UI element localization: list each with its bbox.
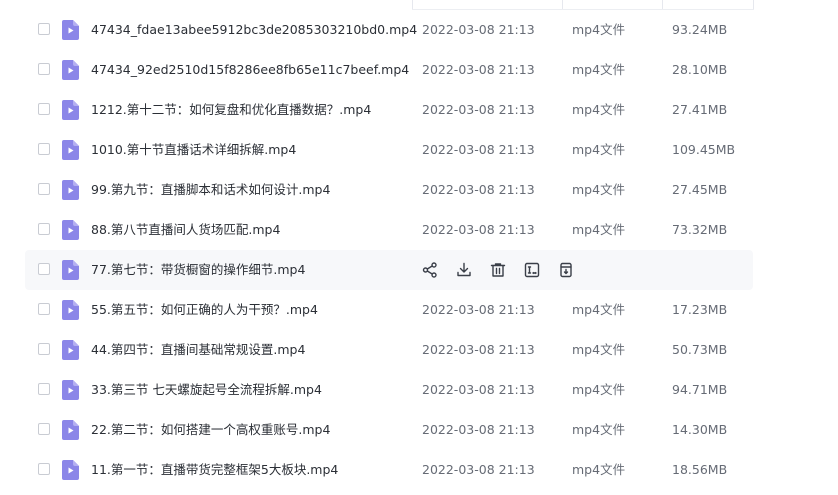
file-size: 27.41MB (672, 102, 728, 117)
file-name[interactable]: 88.第八节直播间人货场匹配.mp4 (91, 222, 280, 238)
share-icon[interactable] (421, 261, 439, 279)
file-row[interactable]: 47434_fdae13abee5912bc3de2085303210bd0.m… (25, 10, 753, 50)
video-file-icon (62, 20, 79, 40)
file-type: mp4文件 (572, 302, 626, 317)
row-checkbox[interactable] (38, 343, 50, 355)
file-name[interactable]: 1212.第十二节：如何复盘和优化直播数据？.mp4 (91, 102, 371, 118)
file-row[interactable]: 1212.第十二节：如何复盘和优化直播数据？.mp4 2022-03-08 21… (25, 90, 753, 130)
file-size: 50.73MB (672, 342, 728, 357)
file-name[interactable]: 11.第一节：直播带货完整框架5大板块.mp4 (91, 462, 338, 478)
file-type: mp4文件 (572, 22, 626, 37)
video-file-icon (62, 140, 79, 160)
video-file-icon (62, 380, 79, 400)
download-icon[interactable] (455, 261, 473, 279)
file-date: 2022-03-08 21:13 (422, 62, 535, 77)
file-name[interactable]: 55.第五节：如何正确的人为干预？.mp4 (91, 302, 318, 318)
row-checkbox[interactable] (38, 383, 50, 395)
file-row[interactable]: 55.第五节：如何正确的人为干预？.mp4 2022-03-08 21:13 m… (25, 290, 753, 330)
file-size: 17.23MB (672, 302, 728, 317)
row-checkbox[interactable] (38, 223, 50, 235)
row-checkbox[interactable] (38, 103, 50, 115)
file-name[interactable]: 47434_fdae13abee5912bc3de2085303210bd0.m… (91, 22, 417, 38)
row-checkbox[interactable] (38, 303, 50, 315)
file-size: 73.32MB (672, 222, 728, 237)
file-name[interactable]: 99.第九节：直播脚本和话术如何设计.mp4 (91, 182, 330, 198)
file-name[interactable]: 33.第三节 七天螺旋起号全流程拆解.mp4 (91, 382, 322, 398)
video-file-icon (62, 460, 79, 480)
more-file-icon[interactable] (557, 261, 575, 279)
header-divider (662, 0, 663, 9)
file-date: 2022-03-08 21:13 (422, 182, 535, 197)
row-checkbox[interactable] (38, 23, 50, 35)
file-type: mp4文件 (572, 222, 626, 237)
video-file-icon (62, 340, 79, 360)
video-file-icon (62, 300, 79, 320)
file-size: 93.24MB (672, 22, 728, 37)
file-row-hovered[interactable]: 77.第七节：带货橱窗的操作细节.mp4 (25, 250, 753, 290)
file-size: 28.10MB (672, 62, 728, 77)
file-type: mp4文件 (572, 102, 626, 117)
file-row[interactable]: 1010.第十节直播话术详细拆解.mp4 2022-03-08 21:13 mp… (25, 130, 753, 170)
file-type: mp4文件 (572, 422, 626, 437)
delete-icon[interactable] (489, 261, 507, 279)
video-file-icon (62, 260, 79, 280)
file-type: mp4文件 (572, 142, 626, 157)
file-date: 2022-03-08 21:13 (422, 342, 535, 357)
file-type: mp4文件 (572, 62, 626, 77)
file-row[interactable]: 22.第二节：如何搭建一个高权重账号.mp4 2022-03-08 21:13 … (25, 410, 753, 450)
row-checkbox[interactable] (38, 263, 50, 275)
file-name[interactable]: 77.第七节：带货橱窗的操作细节.mp4 (91, 262, 305, 278)
video-file-icon (62, 180, 79, 200)
file-date: 2022-03-08 21:13 (422, 422, 535, 437)
file-name[interactable]: 1010.第十节直播话术详细拆解.mp4 (91, 142, 296, 158)
video-file-icon (62, 420, 79, 440)
file-row[interactable]: 88.第八节直播间人货场匹配.mp4 2022-03-08 21:13 mp4文… (25, 210, 753, 250)
row-checkbox[interactable] (38, 463, 50, 475)
video-file-icon (62, 60, 79, 80)
row-checkbox[interactable] (38, 143, 50, 155)
file-list: 47434_fdae13abee5912bc3de2085303210bd0.m… (0, 0, 838, 495)
row-checkbox[interactable] (38, 423, 50, 435)
file-row[interactable]: 44.第四节：直播间基础常规设置.mp4 2022-03-08 21:13 mp… (25, 330, 753, 370)
header-divider (412, 0, 413, 9)
row-checkbox[interactable] (38, 183, 50, 195)
rename-icon[interactable] (523, 261, 541, 279)
file-size: 27.45MB (672, 182, 728, 197)
header-divider (562, 0, 563, 9)
file-name[interactable]: 22.第二节：如何搭建一个高权重账号.mp4 (91, 422, 330, 438)
file-size: 94.71MB (672, 382, 728, 397)
video-file-icon (62, 100, 79, 120)
file-type: mp4文件 (572, 182, 626, 197)
file-row[interactable]: 11.第一节：直播带货完整框架5大板块.mp4 2022-03-08 21:13… (25, 450, 753, 490)
file-date: 2022-03-08 21:13 (422, 102, 535, 117)
file-row[interactable]: 99.第九节：直播脚本和话术如何设计.mp4 2022-03-08 21:13 … (25, 170, 753, 210)
file-name[interactable]: 44.第四节：直播间基础常规设置.mp4 (91, 342, 305, 358)
file-date: 2022-03-08 21:13 (422, 222, 535, 237)
file-type: mp4文件 (572, 342, 626, 357)
file-type: mp4文件 (572, 382, 626, 397)
file-date: 2022-03-08 21:13 (422, 382, 535, 397)
file-date: 2022-03-08 21:13 (422, 462, 535, 477)
file-type: mp4文件 (572, 462, 626, 477)
column-header-edge (0, 0, 838, 10)
video-file-icon (62, 220, 79, 240)
row-checkbox[interactable] (38, 63, 50, 75)
file-date: 2022-03-08 21:13 (422, 142, 535, 157)
header-divider (753, 0, 754, 9)
file-size: 109.45MB (672, 142, 736, 157)
file-size: 18.56MB (672, 462, 728, 477)
file-date: 2022-03-08 21:13 (422, 22, 535, 37)
file-date: 2022-03-08 21:13 (422, 302, 535, 317)
file-name[interactable]: 47434_92ed2510d15f8286ee8fb65e11c7beef.m… (91, 62, 409, 78)
file-row[interactable]: 47434_92ed2510d15f8286ee8fb65e11c7beef.m… (25, 50, 753, 90)
file-row[interactable]: 33.第三节 七天螺旋起号全流程拆解.mp4 2022-03-08 21:13 … (25, 370, 753, 410)
file-size: 14.30MB (672, 422, 728, 437)
